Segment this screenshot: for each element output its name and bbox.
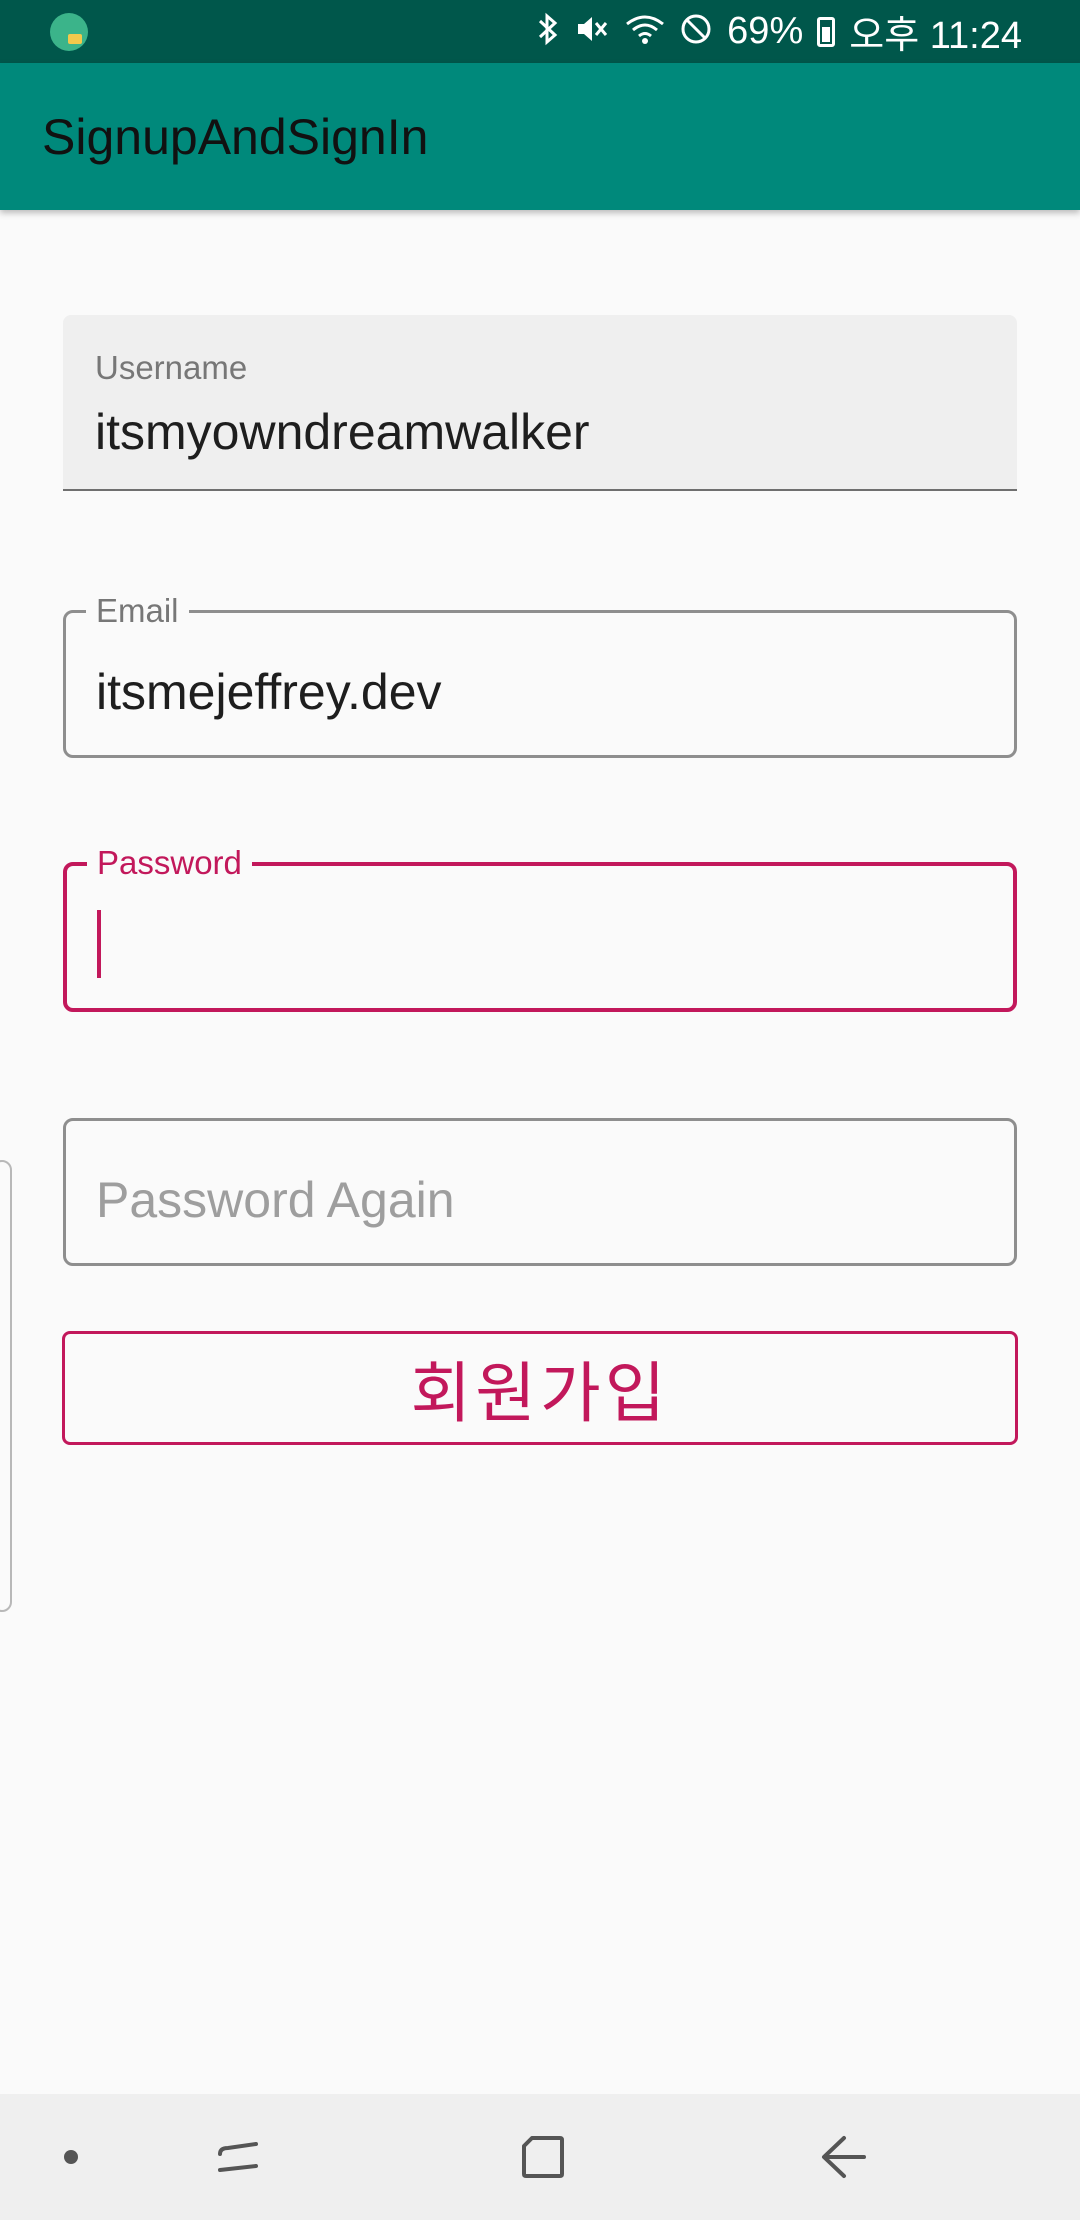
email-label: Email: [86, 591, 189, 631]
home-icon[interactable]: [520, 2134, 566, 2180]
password-again-placeholder: Password Again: [96, 1172, 455, 1228]
signup-screen: 69% 오후 11:24 SignupAndSignIn Username it…: [0, 0, 1080, 2220]
bluetooth-icon: [535, 12, 561, 52]
password-field[interactable]: Password: [63, 843, 1017, 1012]
recent-apps-icon[interactable]: [216, 2134, 262, 2180]
username-value: itsmyowndreamwalker: [95, 404, 590, 460]
status-right: 69% 오후 11:24: [535, 4, 1022, 59]
dot-icon[interactable]: [64, 2150, 78, 2164]
email-value: itsmejeffrey.dev: [96, 664, 442, 720]
navigation-bar: [0, 2094, 1080, 2220]
status-bar: 69% 오후 11:24: [0, 0, 1080, 63]
mute-icon: [575, 12, 611, 52]
username-label: Username: [95, 349, 248, 386]
status-left: [50, 12, 88, 51]
back-icon[interactable]: [818, 2132, 868, 2182]
username-field[interactable]: Username itsmyowndreamwalker: [63, 315, 1017, 491]
do-not-disturb-icon: [679, 12, 713, 52]
battery-percent: 69%: [727, 10, 804, 52]
text-cursor: [97, 910, 101, 978]
app-bar: SignupAndSignIn: [0, 63, 1080, 210]
app-notification-icon: [50, 12, 88, 51]
edge-panel-handle[interactable]: [0, 1160, 12, 1612]
signup-button[interactable]: 회원가입: [62, 1331, 1018, 1445]
app-title: SignupAndSignIn: [42, 108, 429, 165]
password-again-field[interactable]: Password Again: [63, 1118, 1017, 1266]
wifi-icon: [625, 12, 665, 52]
email-field[interactable]: Email itsmejeffrey.dev: [63, 591, 1017, 758]
password-label: Password: [87, 843, 252, 883]
battery-icon: [817, 16, 836, 47]
clock: 오후 11:24: [849, 15, 1022, 57]
